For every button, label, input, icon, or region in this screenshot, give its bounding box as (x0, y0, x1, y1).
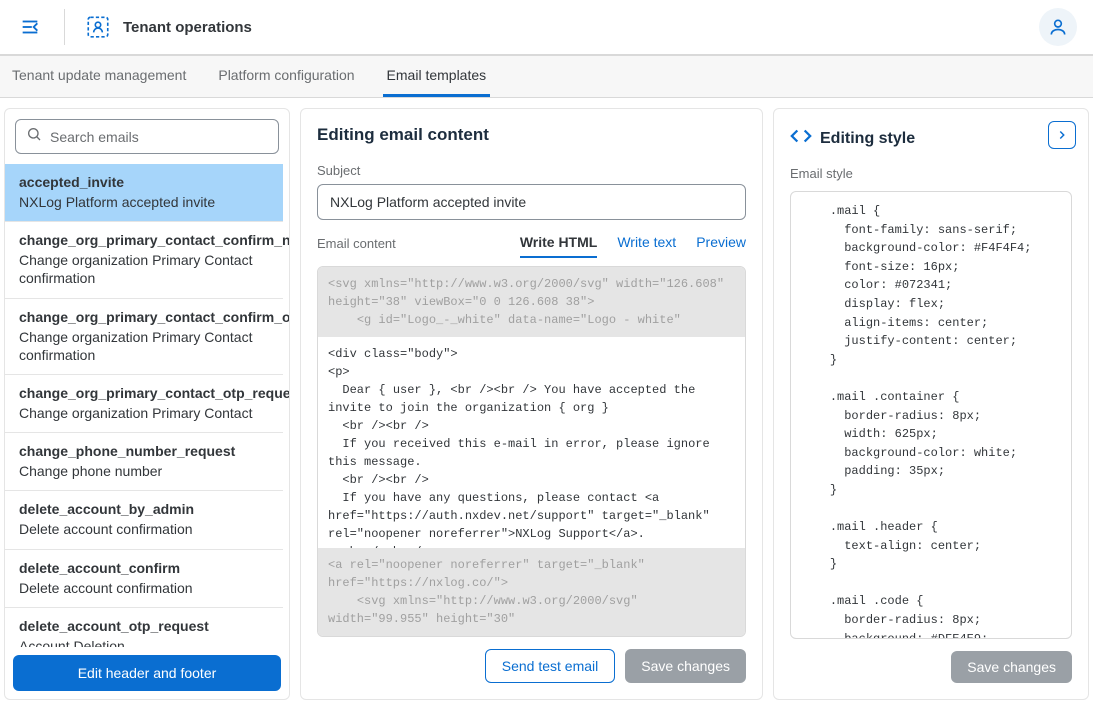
template-desc: Change organization Primary Contact conf… (19, 328, 269, 364)
email-template-item[interactable]: change_org_primary_contact_confirm_old Ch… (5, 299, 283, 375)
template-desc: Change organization Primary Contact conf… (19, 251, 269, 287)
template-desc: NXLog Platform accepted invite (19, 193, 269, 211)
editing-content-panel: Editing email content Subject Email cont… (300, 108, 763, 700)
subject-label: Subject (317, 163, 746, 178)
save-style-button[interactable]: Save changes (951, 651, 1072, 683)
code-header-readonly: <svg xmlns="http://www.w3.org/2000/svg" … (318, 267, 745, 337)
editing-style-title: Editing style (820, 130, 915, 148)
page-title: Tenant operations (123, 19, 252, 36)
content-label: Email content (317, 236, 396, 251)
user-avatar-button[interactable] (1039, 8, 1077, 46)
editing-style-panel: Editing style Email style .mail { font-f… (773, 108, 1089, 700)
email-list-sidebar: accepted_invite NXLog Platform accepted i… (4, 108, 290, 700)
menu-toggle-button[interactable] (16, 13, 44, 41)
content-tab[interactable]: Write text (617, 234, 676, 258)
code-body-editable[interactable]: <div class="body"> <p> Dear { user }, <b… (318, 337, 745, 548)
collapse-panel-button[interactable] (1048, 121, 1076, 149)
edit-header-footer-button[interactable]: Edit header and footer (13, 655, 281, 691)
template-name: delete_account_confirm (19, 560, 269, 576)
divider (64, 9, 65, 45)
content-tabs: Write HTML Write text Preview (520, 234, 746, 258)
email-template-item[interactable]: accepted_invite NXLog Platform accepted i… (5, 164, 283, 222)
template-name: delete_account_by_admin (19, 501, 269, 517)
template-name: change_org_primary_contact_otp_request (19, 385, 269, 401)
template-name: accepted_invite (19, 174, 269, 190)
send-test-email-button[interactable]: Send test email (485, 649, 616, 683)
email-list[interactable]: accepted_invite NXLog Platform accepted i… (5, 164, 289, 647)
style-code-editor[interactable]: .mail { font-family: sans-serif; backgro… (790, 191, 1072, 639)
email-template-item[interactable]: delete_account_by_admin Delete account co… (5, 491, 283, 549)
content-tab[interactable]: Preview (696, 234, 746, 258)
topbar: Tenant operations (0, 0, 1093, 56)
nav-tab[interactable]: Platform configuration (214, 56, 358, 97)
template-name: change_phone_number_request (19, 443, 269, 459)
template-desc: Change organization Primary Contact (19, 404, 269, 422)
search-box[interactable] (15, 119, 279, 154)
search-input[interactable] (50, 129, 268, 145)
code-footer-readonly: <a rel="noopener noreferrer" target="_bl… (318, 548, 745, 636)
nav-tabs: Tenant update management Platform configu… (0, 56, 1093, 98)
email-template-item[interactable]: delete_account_confirm Delete account con… (5, 550, 283, 608)
code-icon (790, 125, 812, 152)
template-desc: Account Deletion (19, 637, 269, 647)
nav-tab[interactable]: Email templates (383, 56, 491, 97)
email-template-item[interactable]: change_org_primary_contact_confirm_new Ch… (5, 222, 283, 298)
subject-input[interactable] (317, 184, 746, 220)
tenant-icon (85, 14, 111, 40)
template-name: change_org_primary_contact_confirm_new (19, 232, 269, 248)
email-code-editor[interactable]: <svg xmlns="http://www.w3.org/2000/svg" … (317, 266, 746, 637)
template-name: delete_account_otp_request (19, 618, 269, 634)
nav-tab[interactable]: Tenant update management (8, 56, 190, 97)
email-template-item[interactable]: change_org_primary_contact_otp_request Ch… (5, 375, 283, 433)
template-desc: Change phone number (19, 462, 269, 480)
template-name: change_org_primary_contact_confirm_old (19, 309, 269, 325)
style-label: Email style (790, 166, 1072, 181)
email-template-item[interactable]: delete_account_otp_request Account Deleti… (5, 608, 283, 647)
search-icon (26, 126, 42, 147)
save-content-button[interactable]: Save changes (625, 649, 746, 683)
template-desc: Delete account confirmation (19, 579, 269, 597)
email-template-item[interactable]: change_phone_number_request Change phone … (5, 433, 283, 491)
template-desc: Delete account confirmation (19, 520, 269, 538)
content-tab[interactable]: Write HTML (520, 234, 598, 258)
editing-content-title: Editing email content (317, 125, 746, 145)
